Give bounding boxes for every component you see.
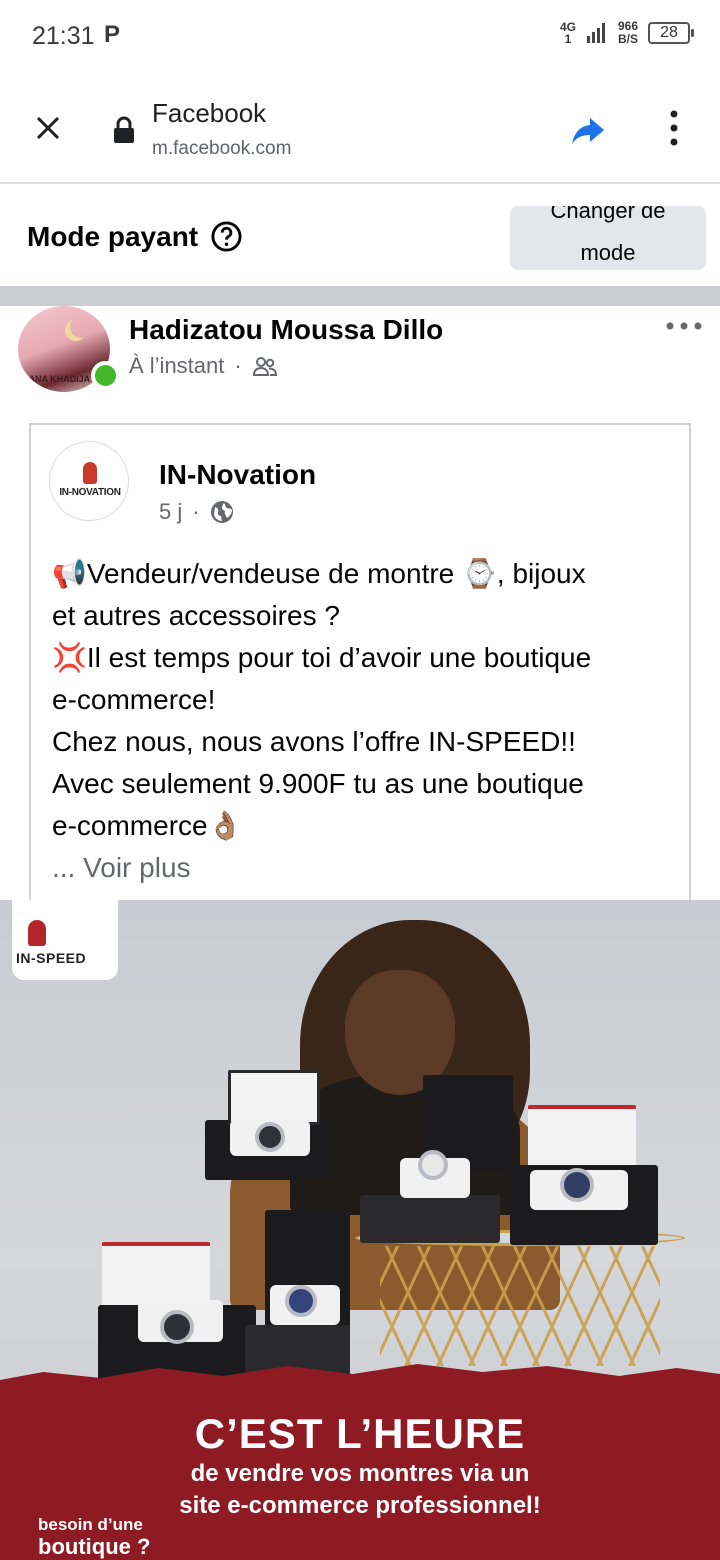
ad-corner-line-1: besoin d’une (38, 1515, 143, 1534)
shared-post-meta: 5 j · (159, 499, 234, 525)
data-mode-bar: Mode payant Changer de mode (0, 186, 720, 286)
post-text-line: Chez nous, nous avons l’offre IN-SPEED!! (52, 726, 576, 757)
parking-notification-icon: P (104, 21, 121, 48)
table-legs (380, 1246, 660, 1366)
net-speed: 966 B/S (618, 20, 638, 46)
share-icon[interactable] (568, 110, 608, 150)
shared-post-card[interactable]: IN-NOVATION IN-Novation 5 j · 📢Vendeur/v… (29, 423, 691, 900)
ad-corner-text: besoin d’une boutique ? (38, 1514, 150, 1558)
post-time[interactable]: À l’instant (129, 353, 224, 379)
battery-level: 28 (660, 24, 678, 41)
page-title: Facebook (152, 98, 267, 128)
section-divider (0, 286, 720, 306)
post-text: 📢Vendeur/vendeuse de montre ⌚, bijoux et… (52, 553, 682, 889)
post-text-line: et autres accessoires ? (52, 600, 340, 631)
shared-post-time[interactable]: 5 j (159, 499, 182, 525)
watch-dial (255, 1122, 285, 1152)
watch-box (360, 1195, 500, 1243)
watch-dial (160, 1310, 194, 1344)
ad-subline-1: de vendre vos montres via un (190, 1460, 530, 1487)
author-name[interactable]: Hadizatou Moussa Dillo (129, 314, 443, 346)
network-sub-label: 1 (564, 32, 572, 46)
meta-separator: · (234, 353, 242, 378)
avatar-text: NANA KHADIJA (22, 374, 91, 384)
watch-dial (418, 1150, 448, 1180)
status-indicators: 4G 1 966 B/S 28 (560, 20, 694, 46)
net-speed-unit: B/S (617, 32, 638, 46)
network-type: 4G 1 (560, 21, 576, 45)
help-icon[interactable] (210, 220, 243, 253)
watch-dial (560, 1168, 594, 1202)
more-options-icon[interactable] (664, 316, 704, 336)
mode-label: Mode payant (27, 220, 243, 253)
online-status-dot (91, 361, 120, 390)
change-mode-button[interactable]: Changer de mode (510, 206, 706, 270)
battery-icon: 28 (648, 22, 694, 44)
globe-icon (210, 501, 233, 523)
logo-text: IN-SPEED (16, 950, 87, 966)
crescent-icon (70, 316, 92, 338)
ad-image[interactable]: C’EST L’HEURE de vendre vos montres via … (0, 900, 720, 1560)
lightbulb-icon (83, 462, 97, 484)
shared-meta-separator: · (192, 499, 200, 524)
lock-icon (114, 116, 134, 143)
in-speed-logo: IN-SPEED (12, 900, 118, 980)
friends-audience-icon (252, 357, 277, 376)
more-vertical-icon[interactable] (660, 108, 688, 148)
watch-box-lid (228, 1070, 320, 1125)
signal-icon (586, 23, 605, 43)
ad-subline: de vendre vos montres via un site e-comm… (0, 1458, 720, 1522)
lightbulb-icon (28, 920, 46, 946)
ad-corner-line-2: boutique ? (38, 1534, 151, 1559)
post-header: NANA KHADIJA Hadizatou Moussa Dillo À l’… (0, 306, 720, 416)
post-text-line: 💢Il est temps pour toi d’avoir une bouti… (52, 642, 592, 673)
shared-page-name[interactable]: IN-Novation (159, 459, 316, 491)
browser-toolbar: Facebook m.facebook.com (0, 72, 720, 184)
mode-label-text: Mode payant (27, 220, 199, 252)
post-text-line: Avec seulement 9.900F tu as une boutique (52, 768, 584, 799)
page-url[interactable]: m.facebook.com (152, 138, 291, 160)
status-time: 21:31 (32, 22, 95, 50)
watch-dial (285, 1285, 317, 1317)
post-text-line: e-commerce! (52, 684, 216, 715)
post-meta: À l’instant · (129, 353, 278, 379)
status-bar: 21:31 P 4G 1 966 B/S 28 (0, 0, 720, 72)
page-avatar[interactable]: IN-NOVATION (49, 441, 129, 521)
watch-box-lid (528, 1105, 636, 1170)
post-text-line: 📢Vendeur/vendeuse de montre ⌚, bijoux (52, 558, 586, 589)
change-mode-label: Changer de mode (550, 206, 666, 265)
post-text-line: e-commerce👌🏽 (52, 810, 243, 841)
ad-headline: C’EST L’HEURE (194, 1410, 526, 1457)
page-avatar-text: IN-NOVATION (59, 487, 121, 498)
see-more-link[interactable]: ... Voir plus (52, 847, 682, 889)
close-icon[interactable] (28, 108, 68, 148)
